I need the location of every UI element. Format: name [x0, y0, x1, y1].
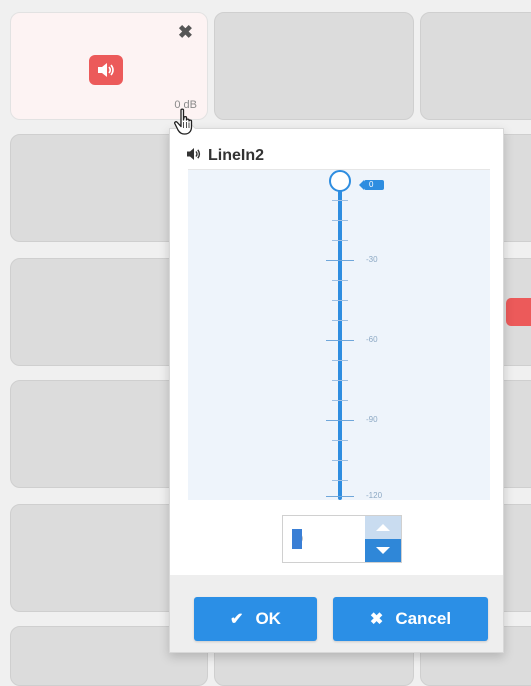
slider-tick — [332, 440, 348, 441]
slider-tick — [332, 360, 348, 361]
level-popup: LineIn2 -30 -60 -90 -120 0 ✔ — [169, 117, 504, 653]
slider-tick — [332, 200, 348, 201]
stepper-down-button[interactable] — [365, 539, 401, 562]
close-icon[interactable]: ✖ — [178, 23, 193, 41]
popup-header: LineIn2 — [186, 145, 264, 167]
cancel-button-label: Cancel — [395, 609, 452, 628]
popup-footer: ✔ OK ✖ Cancel — [170, 575, 503, 652]
slider-tick — [332, 240, 348, 241]
check-icon: ✔ — [230, 611, 244, 628]
volume-slider-track[interactable] — [338, 182, 342, 500]
slider-tick — [332, 400, 348, 401]
slider-value-flag: 0 — [359, 180, 384, 190]
speaker-icon — [186, 147, 202, 166]
scale-label: -120 — [366, 491, 383, 500]
scale-label: -30 — [366, 255, 378, 264]
close-icon: ✖ — [369, 611, 384, 628]
volume-slider-panel: -30 -60 -90 -120 0 — [188, 170, 490, 500]
channel-tile[interactable] — [214, 12, 414, 120]
scale-label: -90 — [366, 415, 378, 424]
popup-title: LineIn2 — [208, 147, 265, 164]
slider-tick — [332, 460, 348, 461]
slider-tick — [326, 340, 354, 341]
slider-tick — [332, 320, 348, 321]
ok-button[interactable]: ✔ OK — [194, 597, 317, 641]
channel-tile-active[interactable]: ✖ 0 dB — [10, 12, 208, 120]
speaker-muted-icon[interactable] — [506, 298, 531, 326]
speaker-muted-icon[interactable] — [89, 55, 123, 85]
hand-pointer-icon — [173, 108, 197, 141]
ok-button-label: OK — [255, 609, 281, 628]
stepper-up-button[interactable] — [365, 516, 401, 539]
level-stepper — [282, 515, 402, 563]
channel-tile[interactable] — [420, 12, 531, 120]
slider-tick — [332, 220, 348, 221]
slider-tick — [326, 260, 354, 261]
slider-tick — [332, 380, 348, 381]
slider-tick — [326, 420, 354, 421]
volume-slider-handle[interactable] — [329, 170, 351, 192]
slider-tick — [326, 496, 354, 497]
level-input[interactable] — [283, 516, 365, 562]
slider-tick — [332, 280, 348, 281]
cancel-button[interactable]: ✖ Cancel — [333, 597, 488, 641]
slider-tick — [332, 300, 348, 301]
scale-label: -60 — [366, 335, 378, 344]
slider-tick — [332, 480, 348, 481]
